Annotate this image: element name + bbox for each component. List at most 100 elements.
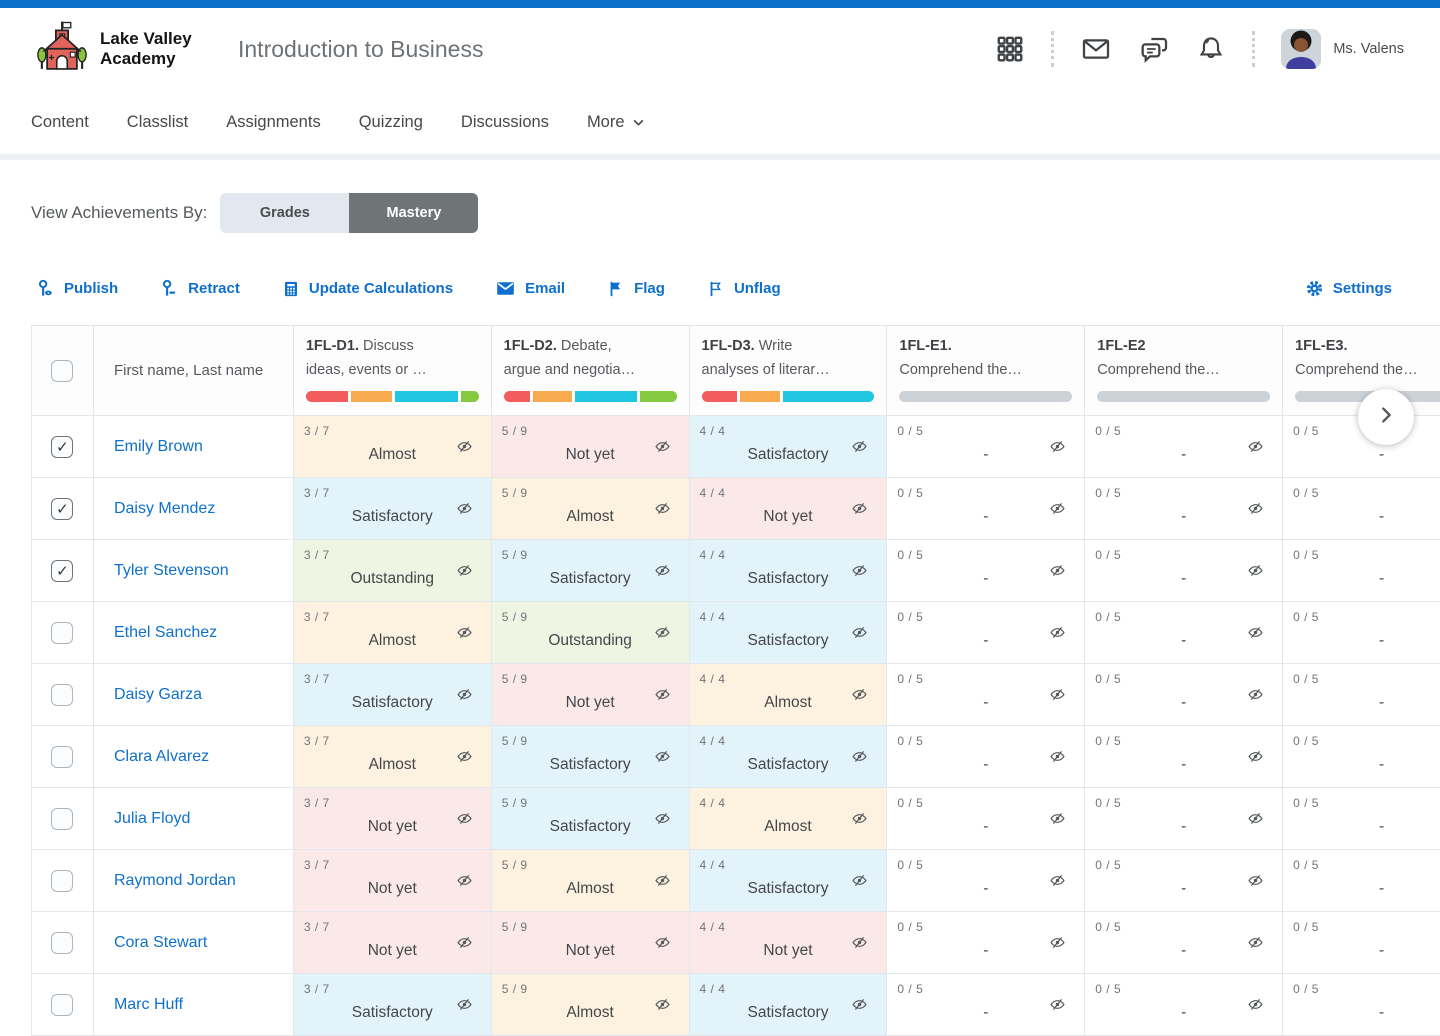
student-name-link[interactable]: Clara Alvarez <box>114 748 209 766</box>
score-fraction: 4 / 4 <box>700 796 726 810</box>
nav-item-label: Discussions <box>461 113 549 132</box>
retract-button[interactable]: Retract <box>160 279 240 298</box>
bell-icon[interactable] <box>1196 34 1226 64</box>
score-fraction: 4 / 4 <box>700 858 726 872</box>
name-column-header[interactable]: First name, Last name <box>94 326 294 416</box>
student-name-link[interactable]: Ethel Sanchez <box>114 624 217 642</box>
row-checkbox[interactable] <box>51 746 73 768</box>
row-checkbox[interactable] <box>51 808 73 830</box>
student-name-link[interactable]: Daisy Garza <box>114 686 202 704</box>
row-checkbox[interactable] <box>51 622 73 644</box>
nav-item-content[interactable]: Content <box>31 113 89 132</box>
eye-off-icon <box>456 624 473 646</box>
nav-item-discussions[interactable]: Discussions <box>461 113 549 132</box>
row-checkbox[interactable]: ✓ <box>51 436 73 458</box>
row-checkbox-cell: ✓ <box>32 478 94 540</box>
row-checkbox[interactable] <box>51 932 73 954</box>
column-header-1fl-d1[interactable]: 1FL-D1. Discussideas, events or … <box>294 326 492 416</box>
settings-button[interactable]: Settings <box>1305 279 1392 298</box>
student-name-link[interactable]: Tyler Stevenson <box>114 562 229 580</box>
distribution-bar <box>702 391 875 402</box>
table-row: Daisy Garza3 / 7Satisfactory5 / 9Not yet… <box>32 664 1440 726</box>
grades-toggle-button[interactable]: Grades <box>220 193 349 233</box>
publish-button[interactable]: Publish <box>36 279 118 298</box>
eye-off-icon <box>456 562 473 584</box>
flag-button[interactable]: Flag <box>607 280 665 298</box>
apps-grid-icon[interactable] <box>995 34 1025 64</box>
eye-off-icon <box>851 438 868 460</box>
nav-item-classlist[interactable]: Classlist <box>127 113 188 132</box>
row-checkbox[interactable]: ✓ <box>51 560 73 582</box>
row-checkbox[interactable] <box>51 684 73 706</box>
score-fraction: 0 / 5 <box>897 796 923 810</box>
eye-off-icon <box>654 686 671 708</box>
score-fraction: 0 / 5 <box>1293 982 1319 996</box>
score-fraction: 0 / 5 <box>1095 424 1121 438</box>
unflag-button[interactable]: Unflag <box>707 280 781 298</box>
score-fraction: 0 / 5 <box>897 486 923 500</box>
achievement-level: - <box>1283 880 1440 898</box>
student-name-link[interactable]: Emily Brown <box>114 438 203 456</box>
column-header-1fl-d3[interactable]: 1FL-D3. Writeanalyses of literar… <box>690 326 888 416</box>
column-header-1fl-e2[interactable]: 1FL-E2Comprehend the… <box>1085 326 1283 416</box>
user-menu[interactable]: Ms. Valens <box>1281 29 1404 69</box>
mastery-toggle-button[interactable]: Mastery <box>349 193 478 233</box>
achievement-cell: 4 / 4Satisfactory <box>690 540 888 602</box>
scroll-right-button[interactable] <box>1358 389 1414 445</box>
score-fraction: 3 / 7 <box>304 858 330 872</box>
eye-off-icon <box>851 748 868 770</box>
avatar[interactable] <box>1281 29 1321 69</box>
score-fraction: 0 / 5 <box>1095 610 1121 624</box>
score-fraction: 0 / 5 <box>1293 548 1319 562</box>
score-fraction: 0 / 5 <box>1095 920 1121 934</box>
achievement-cell: 4 / 4Satisfactory <box>690 416 888 478</box>
bar-segment-cyan <box>783 391 875 402</box>
score-fraction: 0 / 5 <box>1095 672 1121 686</box>
nav-item-assignments[interactable]: Assignments <box>226 113 320 132</box>
achievement-level: - <box>1283 632 1440 650</box>
achievement-level: - <box>1283 756 1440 774</box>
user-name: Ms. Valens <box>1333 41 1404 57</box>
student-name-link[interactable]: Julia Floyd <box>114 810 190 828</box>
achievements-toolbar: Publish Retract Update Calculations Email Fl… <box>36 278 1392 299</box>
eye-off-icon <box>1049 934 1066 956</box>
row-checkbox[interactable] <box>51 994 73 1016</box>
calculator-icon <box>282 280 300 298</box>
score-fraction: 3 / 7 <box>304 486 330 500</box>
nav-item-label: Content <box>31 113 89 132</box>
row-checkbox[interactable] <box>51 870 73 892</box>
student-name-link[interactable]: Raymond Jordan <box>114 872 236 890</box>
student-name-cell: Clara Alvarez <box>94 726 294 788</box>
achievement-cell: 0 / 5- <box>1085 912 1283 974</box>
action-label: Update Calculations <box>309 280 453 297</box>
student-name-cell: Emily Brown <box>94 416 294 478</box>
course-title[interactable]: Introduction to Business <box>238 36 483 63</box>
score-fraction: 4 / 4 <box>700 486 726 500</box>
achievement-cell: 0 / 5- <box>1283 602 1440 664</box>
eye-off-icon <box>851 810 868 832</box>
student-name-link[interactable]: Cora Stewart <box>114 934 207 952</box>
score-fraction: 4 / 4 <box>700 610 726 624</box>
achievement-cell: 3 / 7Satisfactory <box>294 664 492 726</box>
achievement-cell: 0 / 5- <box>1283 974 1440 1036</box>
mail-icon[interactable] <box>1080 33 1112 65</box>
action-label: Flag <box>634 280 665 297</box>
column-header-1fl-e1[interactable]: 1FL-E1.Comprehend the… <box>887 326 1085 416</box>
score-fraction: 0 / 5 <box>897 548 923 562</box>
select-all-checkbox[interactable] <box>51 360 73 382</box>
chat-icon[interactable] <box>1138 33 1170 65</box>
achievement-cell: 0 / 5- <box>887 788 1085 850</box>
student-name-link[interactable]: Marc Huff <box>114 996 183 1014</box>
eye-off-icon <box>456 438 473 460</box>
column-header-1fl-d2[interactable]: 1FL-D2. Debate,argue and negotia… <box>492 326 690 416</box>
email-button[interactable]: Email <box>495 278 565 299</box>
student-name-link[interactable]: Daisy Mendez <box>114 500 215 518</box>
nav-item-more[interactable]: More <box>587 113 645 132</box>
update-calculations-button[interactable]: Update Calculations <box>282 280 453 298</box>
achievement-cell: 0 / 5- <box>887 912 1085 974</box>
row-checkbox-cell: ✓ <box>32 540 94 602</box>
score-fraction: 3 / 7 <box>304 920 330 934</box>
row-checkbox[interactable]: ✓ <box>51 498 73 520</box>
nav-item-quizzing[interactable]: Quizzing <box>359 113 423 132</box>
achievement-level: - <box>1283 446 1440 464</box>
